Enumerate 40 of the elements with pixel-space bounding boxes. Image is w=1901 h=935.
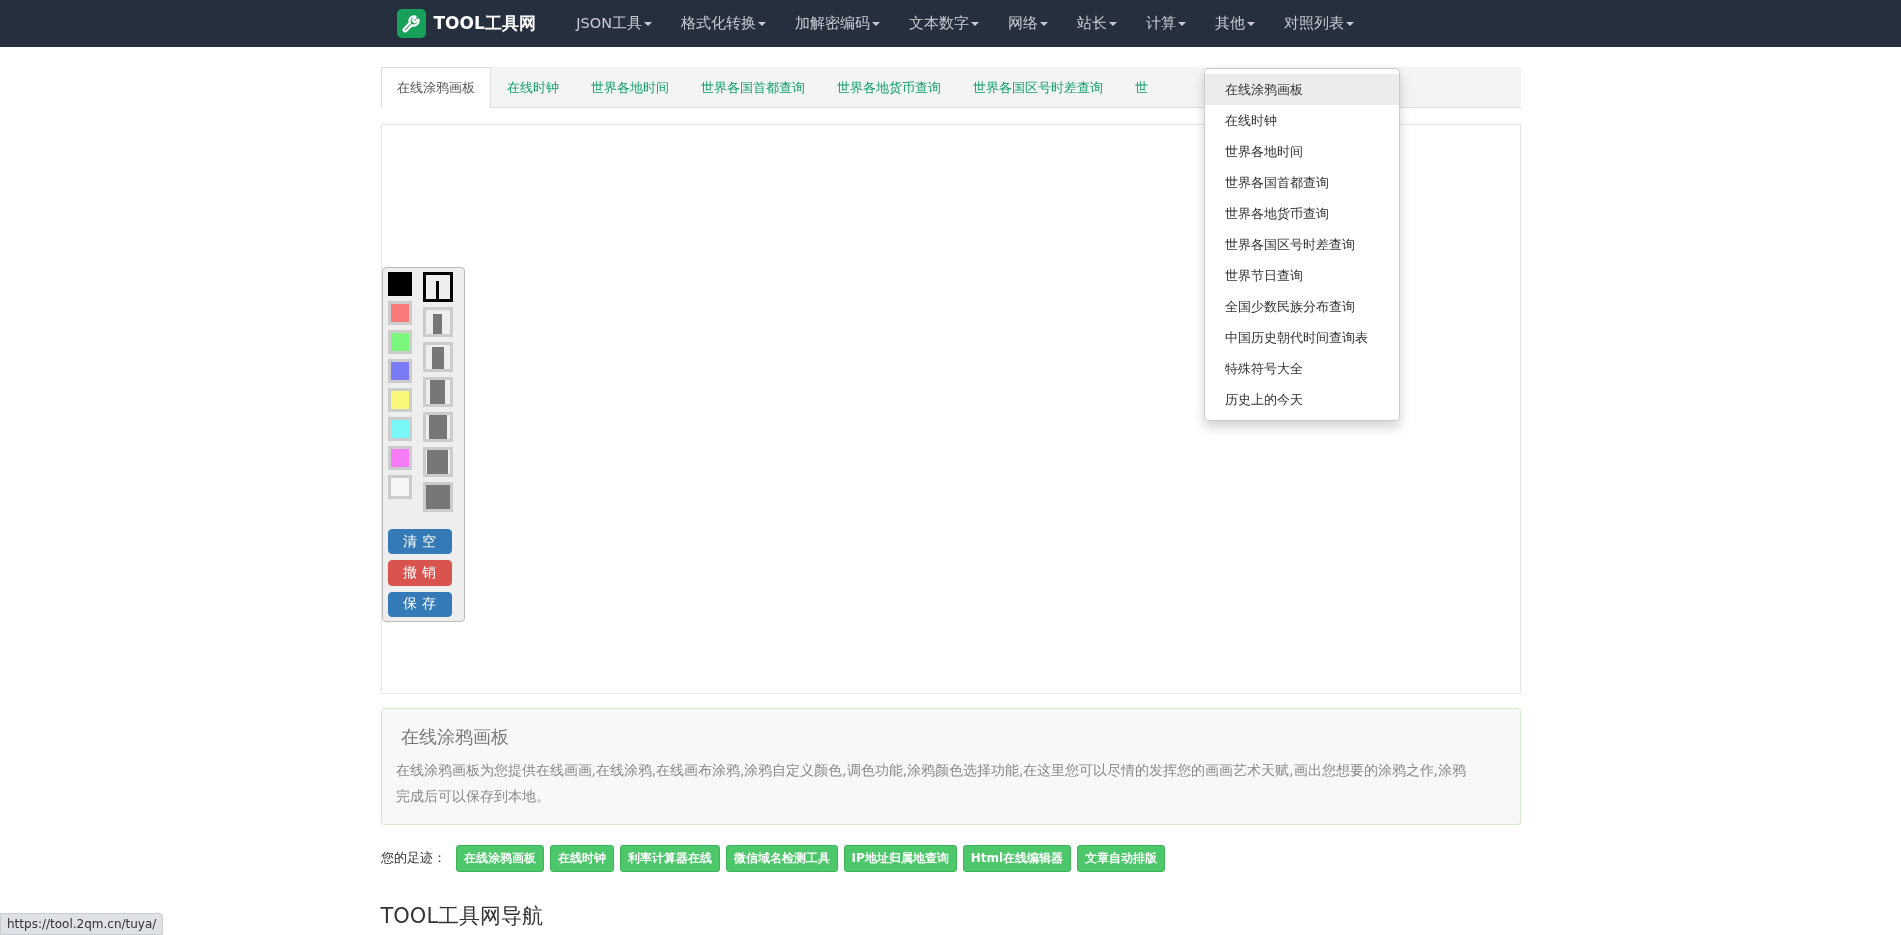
wrench-logo-icon — [396, 9, 426, 38]
history-label: 您的足迹： — [380, 849, 446, 868]
color-swatch[interactable] — [387, 446, 412, 470]
color-swatch[interactable] — [387, 475, 412, 499]
dropdown-item[interactable]: 在线时钟 — [1204, 105, 1399, 136]
nav-menu-item[interactable]: 其他 — [1200, 14, 1270, 33]
site-brand[interactable]: TOOL工具网 — [433, 12, 536, 35]
dropdown-item[interactable]: 特殊符号大全 — [1204, 353, 1399, 384]
nav-menu-item[interactable]: 网络 — [993, 14, 1063, 33]
nav-menu-item[interactable]: JSON工具 — [561, 14, 667, 33]
dropdown-item[interactable]: 世界各地货币查询 — [1204, 198, 1399, 229]
section-heading: TOOL工具网导航 — [380, 902, 545, 930]
dropdown-item[interactable]: 世界各国首都查询 — [1204, 167, 1399, 198]
action-button[interactable]: 保 存 — [387, 591, 452, 617]
status-url: https://tool.2qm.cn/tuya/ — [0, 913, 164, 935]
nav-menu-item[interactable]: 文本数字 — [894, 14, 994, 33]
dropdown-item[interactable]: 世界各地时间 — [1204, 136, 1399, 167]
nav-menu-item[interactable]: 站长 — [1062, 14, 1132, 33]
dropdown-item[interactable]: 全国少数民族分布查询 — [1204, 291, 1399, 322]
nav-menu-item[interactable]: 计算 — [1131, 14, 1201, 33]
dropdown-item[interactable]: 在线涂鸦画板 — [1204, 74, 1399, 105]
nav-menu-item[interactable]: 格式化转换 — [666, 14, 781, 33]
color-swatch[interactable] — [387, 301, 412, 325]
color-swatch[interactable] — [387, 272, 412, 296]
tab[interactable]: 在线涂鸦画板 — [380, 67, 491, 108]
color-swatch[interactable] — [387, 388, 412, 412]
dropdown-item[interactable]: 世界各国区号时差查询 — [1204, 229, 1399, 260]
dropdown-item[interactable]: 历史上的今天 — [1204, 384, 1399, 415]
nav-menu-item[interactable]: 加解密编码 — [780, 14, 895, 33]
color-swatch[interactable] — [387, 359, 412, 383]
nav-menu-item[interactable]: 对照列表 — [1269, 14, 1369, 33]
action-button[interactable]: 清 空 — [387, 529, 452, 555]
info-text: 在线涂鸦画板为您提供在线画画,在线涂鸦,在线画布涂鸦,涂鸦自定义颜色,调色功能,涂鸦颜色选择功能,在这里您可以尽情的发挥您的画画艺术天赋,画出您想要的涂鸦之作,涂鸦完成后可以保存到本地。 — [395, 761, 1467, 807]
undo-button[interactable]: 撤 销 — [387, 560, 452, 586]
brush-size-option[interactable] — [422, 272, 453, 302]
color-swatch[interactable] — [387, 330, 412, 354]
dropdown-item[interactable]: 中国历史朝代时间查询表 — [1204, 322, 1399, 353]
info-title: 在线涂鸦画板 — [400, 725, 510, 749]
dropdown-item[interactable]: 世界节日查询 — [1204, 260, 1399, 291]
color-swatch[interactable] — [387, 417, 412, 441]
